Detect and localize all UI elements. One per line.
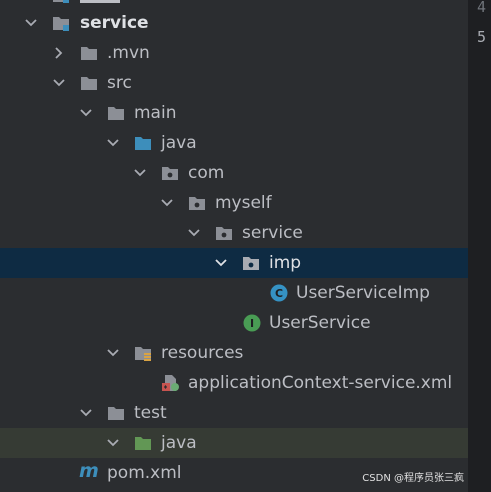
tree-row-main[interactable]: main xyxy=(0,98,468,128)
partial-row-label xyxy=(80,0,140,6)
chevron-down-icon[interactable] xyxy=(79,406,93,420)
tree-label: myself xyxy=(215,193,272,213)
package-icon xyxy=(243,257,259,270)
tree-row-mvn[interactable]: .mvn xyxy=(0,38,468,68)
chevron-down-icon[interactable] xyxy=(24,16,38,30)
chevron-down-icon[interactable] xyxy=(106,346,120,360)
chevron-down-icon[interactable] xyxy=(187,226,201,240)
tree-row-myself[interactable]: myself xyxy=(0,188,468,218)
svg-text:I: I xyxy=(250,317,254,330)
editor-gutter: 4 5 xyxy=(468,0,491,492)
interface-icon: I xyxy=(243,314,261,332)
package-icon xyxy=(216,227,232,240)
tree-label: .mvn xyxy=(107,43,150,63)
chevron-down-icon[interactable] xyxy=(106,136,120,150)
tree-label: java xyxy=(161,133,197,153)
tree-label: main xyxy=(134,103,177,123)
tree-label: test xyxy=(134,403,167,423)
tree-label: src xyxy=(107,73,132,93)
spring-xml-icon xyxy=(162,375,179,391)
folder-icon xyxy=(81,77,97,90)
tree-label: UserServiceImp xyxy=(296,283,430,303)
tree-row-imp[interactable]: imp xyxy=(0,248,468,278)
tree-label: imp xyxy=(269,253,302,273)
folder-icon xyxy=(108,107,124,120)
line-number: 5 xyxy=(476,28,486,46)
resources-folder-icon xyxy=(135,347,151,361)
folder-icon xyxy=(81,47,97,60)
tree-row-test[interactable]: test xyxy=(0,398,468,428)
test-source-folder-icon xyxy=(135,437,151,450)
project-tree: service .mvn src main java com myself se… xyxy=(0,0,468,492)
tree-row-resources[interactable]: resources xyxy=(0,338,468,368)
tree-row-test-java[interactable]: java xyxy=(0,428,468,458)
tree-label: resources xyxy=(161,343,244,363)
chevron-down-icon[interactable] xyxy=(79,106,93,120)
source-folder-icon xyxy=(135,137,151,150)
tree-label: UserService xyxy=(269,313,371,333)
package-icon xyxy=(162,167,178,180)
tree-label: java xyxy=(161,433,197,453)
chevron-down-icon[interactable] xyxy=(52,76,66,90)
chevron-down-icon[interactable] xyxy=(106,436,120,450)
tree-row-src[interactable]: src xyxy=(0,68,468,98)
line-number: 4 xyxy=(476,0,486,16)
tree-label: service xyxy=(80,13,149,33)
module-icon xyxy=(53,0,69,3)
tree-row-userservice[interactable]: I UserService xyxy=(0,308,468,338)
tree-row-userserviceimp[interactable]: C UserServiceImp xyxy=(0,278,468,308)
tree-row-java[interactable]: java xyxy=(0,128,468,158)
chevron-down-icon[interactable] xyxy=(214,256,228,270)
chevron-down-icon[interactable] xyxy=(160,196,174,210)
tree-label: pom.xml xyxy=(107,463,182,483)
module-folder-icon xyxy=(53,17,69,31)
tree-row-appcontext-xml[interactable]: applicationContext-service.xml xyxy=(0,368,468,398)
tree-row-service-package[interactable]: service xyxy=(0,218,468,248)
tree-row-com[interactable]: com xyxy=(0,158,468,188)
class-icon: C xyxy=(270,284,288,302)
folder-icon xyxy=(108,407,124,420)
tree-label: service xyxy=(242,223,303,243)
svg-text:C: C xyxy=(275,287,283,300)
maven-icon: m xyxy=(79,460,99,482)
chevron-right-icon[interactable] xyxy=(52,46,66,60)
tree-label: com xyxy=(188,163,225,183)
watermark: CSDN @程序员张三疯 xyxy=(362,473,464,484)
chevron-down-icon[interactable] xyxy=(133,166,147,180)
package-icon xyxy=(189,197,205,210)
tree-label: applicationContext-service.xml xyxy=(188,373,453,393)
tree-row-service-module[interactable]: service xyxy=(0,8,468,38)
